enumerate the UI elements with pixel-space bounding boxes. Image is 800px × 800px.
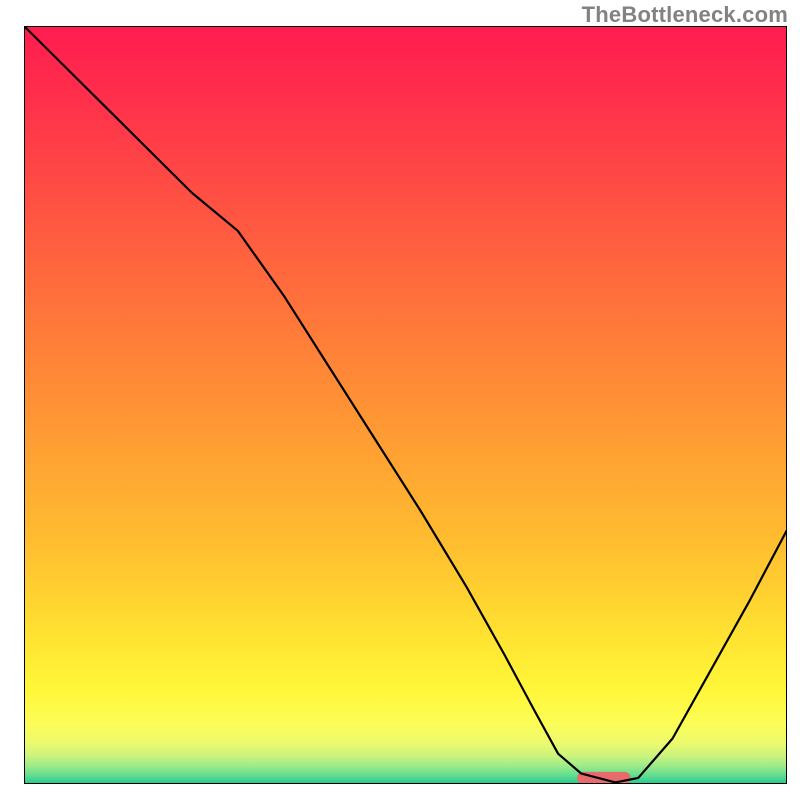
attribution-text: TheBottleneck.com xyxy=(582,2,788,28)
chart-svg xyxy=(24,26,787,784)
bottleneck-chart xyxy=(24,26,787,784)
